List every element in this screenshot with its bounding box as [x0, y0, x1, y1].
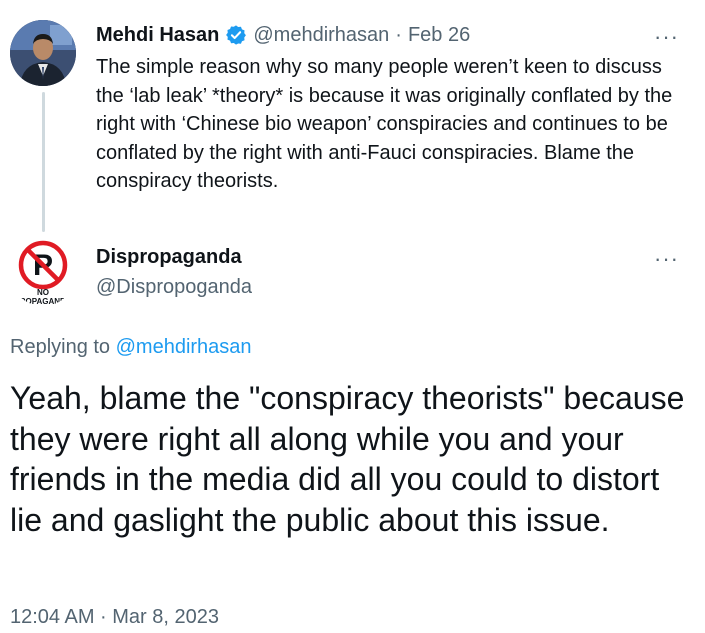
reply-tweet-text: Yeah, blame the "conspiracy theorists" b… [10, 380, 685, 538]
author-name[interactable]: Mehdi Hasan [96, 24, 219, 47]
avatar-logo-text-bottom: PROPAGANDA [14, 297, 71, 306]
replying-to-prefix: Replying to [10, 336, 116, 358]
verified-badge-icon [225, 24, 247, 46]
replying-to-link[interactable]: @mehdirhasan [116, 336, 252, 358]
author-handle[interactable]: @mehdirhasan [253, 24, 389, 47]
original-tweet-header: Mehdi Hasan @mehdirhasan · Feb 26 [96, 22, 470, 48]
avatar-logo-text-top: NO [37, 288, 49, 297]
reply-author-handle[interactable]: @Dispropoganda [96, 276, 252, 299]
tweet-date[interactable]: Feb 26 [408, 24, 470, 47]
avatar-mehdi-hasan[interactable] [10, 20, 76, 86]
avatar-dispropaganda[interactable]: P NO PROPAGANDA [10, 240, 76, 306]
original-tweet-text: The simple reason why so many people wer… [96, 56, 673, 192]
more-options-icon[interactable]: ··· [654, 26, 679, 48]
header-separator: · [395, 23, 402, 46]
reply-author-name[interactable]: Dispropaganda [96, 246, 242, 269]
replying-to-line: Replying to @mehdirhasan [10, 336, 252, 359]
reply-timestamp[interactable]: 12:04 AM · Mar 8, 2023 [10, 606, 219, 629]
thread-connector-line [42, 92, 45, 232]
reply-more-options-icon[interactable]: ··· [654, 248, 679, 270]
